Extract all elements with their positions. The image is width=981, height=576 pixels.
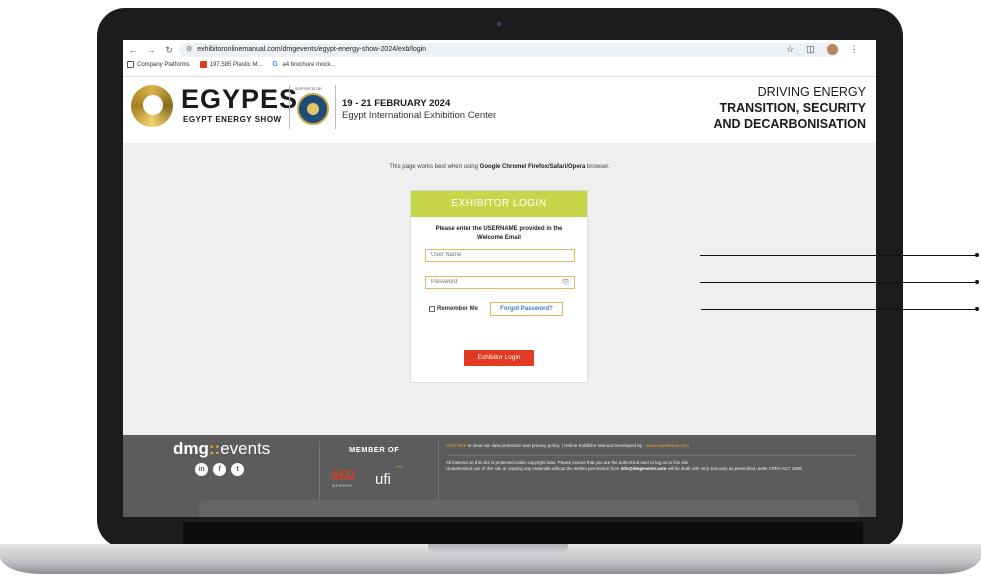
footer-divider (438, 441, 439, 501)
bookmark-star-icon[interactable]: ☆ (786, 44, 794, 55)
sidepanel-icon[interactable]: ◫ (806, 44, 815, 55)
aeo-logo: AEO (331, 469, 355, 481)
ufi-leaf-icon: ⌒ (396, 467, 403, 474)
footer-separator (446, 455, 856, 456)
header-divider (289, 85, 290, 129)
twitter-icon[interactable]: t (231, 463, 244, 476)
site-footer: dmg::events in f t MEMBER OF AEO MEMBER … (123, 435, 876, 517)
login-instruction: Please enter the USERNAME provided in th… (435, 226, 563, 241)
site-header: EGYPES EGYPT ENERGY SHOW SUPPORTED BY 19… (123, 77, 876, 143)
browser-nav: ← → ↻ (127, 45, 175, 56)
browser-notice: This page works best when using Google C… (389, 164, 610, 170)
forward-arrow-icon[interactable]: → (145, 45, 157, 56)
browser-actions: ☆ ◫ ⋮ (786, 44, 859, 55)
facebook-icon[interactable]: f (213, 463, 226, 476)
footer-links: Click here to view our data protection a… (446, 443, 690, 448)
remember-label: Remember Me (437, 306, 479, 312)
site-info-icon[interactable]: ⚙ (186, 46, 192, 53)
ufi-logo: ufi (375, 471, 391, 488)
laptop-mockup: ← → ↻ ⚙ exhibitoronlinemanual.com/dmgeven… (0, 0, 981, 576)
callout-line-username (700, 255, 977, 256)
site-favicon-icon (199, 61, 207, 68)
footer-bottom-bar (199, 500, 859, 517)
bookmark-item[interactable]: Company Platforms (127, 61, 190, 68)
event-venue: Egypt International Exhibition Center (342, 110, 497, 121)
remember-checkbox[interactable] (429, 306, 435, 312)
login-title: EXHIBITOR LOGIN (411, 191, 587, 217)
browser-chrome: ← → ↻ ⚙ exhibitoronlinemanual.com/dmgeven… (123, 40, 876, 77)
forgot-password-link[interactable]: Forgot Password? (490, 302, 563, 316)
menu-kebab-icon[interactable]: ⋮ (850, 44, 859, 55)
header-divider (335, 85, 336, 129)
eye-icon[interactable]: 👁 (561, 277, 570, 288)
egypt-seal-icon (297, 93, 329, 125)
tagline-line-1: DRIVING ENERGY (757, 85, 866, 99)
google-icon: G (272, 61, 278, 68)
laptop-screen: ← → ↻ ⚙ exhibitoronlinemanual.com/dmgeven… (123, 40, 876, 517)
laptop-notch (428, 544, 568, 554)
developer-link[interactable]: www.xsperience.com (646, 443, 689, 448)
remember-me[interactable]: Remember Me (429, 306, 478, 312)
folder-icon (127, 61, 134, 68)
password-input[interactable] (431, 279, 574, 285)
supported-by-label: SUPPORTED BY (295, 87, 323, 91)
egypes-logo-icon[interactable] (131, 85, 173, 127)
tagline-line-3: AND DECARBONISATION (713, 117, 866, 131)
bookmark-item[interactable]: Ga4 brochure mock... (272, 61, 335, 68)
contact-email[interactable]: info@dmgevents.com (621, 466, 667, 471)
username-input[interactable] (431, 252, 574, 258)
callout-dot (975, 307, 979, 311)
dmg-events-logo: dmg::events (173, 439, 271, 458)
brand-name: EGYPES (181, 84, 299, 114)
callout-dot (975, 280, 979, 284)
footer-divider (319, 441, 320, 501)
privacy-link[interactable]: Click here (446, 443, 466, 448)
social-links: in f t (195, 463, 244, 476)
brand-subtitle: EGYPT ENERGY SHOW (183, 115, 282, 124)
reload-icon[interactable]: ↻ (163, 45, 175, 56)
linkedin-icon[interactable]: in (195, 463, 208, 476)
event-dates: 19 - 21 FEBRUARY 2024 (342, 98, 451, 109)
bookmarks-bar: Company Platforms 197,585 Plastic M... G… (127, 61, 335, 68)
back-arrow-icon[interactable]: ← (127, 45, 139, 56)
callout-line-password (700, 282, 977, 283)
copyright-disclaimer: All material on this site is protected u… (446, 460, 803, 472)
username-field[interactable] (425, 249, 575, 262)
exhibitor-login-button[interactable]: Exhibitor Login (464, 350, 534, 366)
callout-line-forgot (701, 309, 977, 310)
login-card: EXHIBITOR LOGIN Please enter the USERNAM… (410, 190, 588, 383)
address-bar[interactable]: ⚙ exhibitoronlinemanual.com/dmgevents/egy… (179, 43, 839, 57)
password-field[interactable]: 👁 (425, 276, 575, 289)
bookmark-item[interactable]: 197,585 Plastic M... (199, 61, 262, 68)
tagline-line-2: TRANSITION, SECURITY (719, 101, 866, 115)
laptop-chin (183, 522, 863, 544)
aeo-member-label: MEMBER (332, 483, 353, 488)
member-of-label: MEMBER OF (349, 445, 400, 454)
profile-avatar[interactable] (826, 44, 838, 55)
url-text: exhibitoronlinemanual.com/dmgevents/egyp… (197, 46, 427, 53)
callout-dot (975, 253, 979, 257)
camera-dot (497, 22, 501, 26)
